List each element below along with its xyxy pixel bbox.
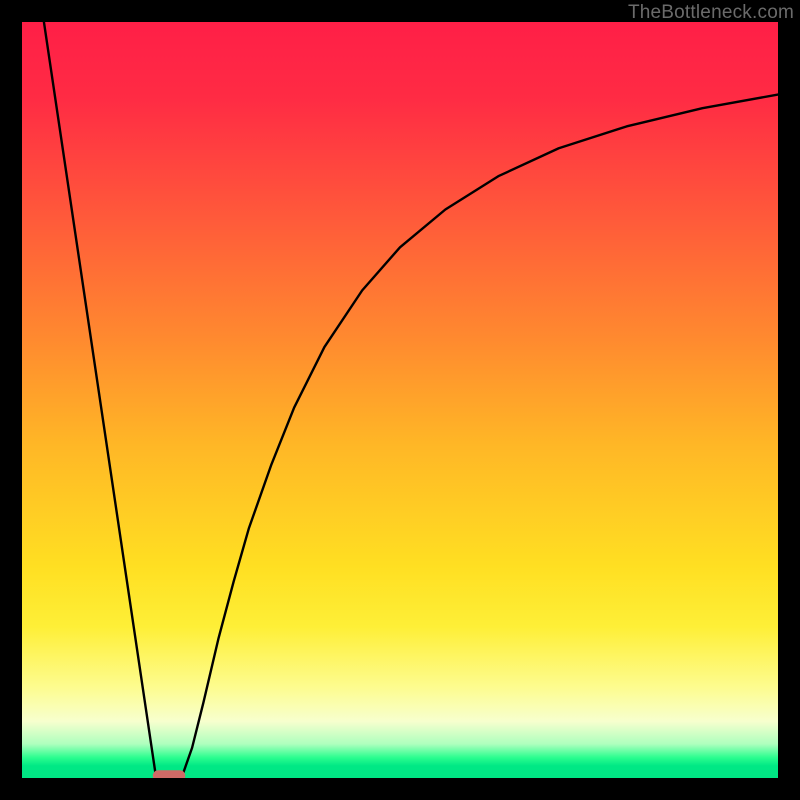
plot-area (22, 22, 778, 778)
curve-left-leg (44, 22, 156, 776)
watermark-text: TheBottleneck.com (628, 2, 794, 24)
min-marker (153, 770, 186, 778)
chart-frame: TheBottleneck.com (0, 0, 800, 800)
curve-right (182, 95, 778, 776)
curve-layer (22, 22, 778, 778)
